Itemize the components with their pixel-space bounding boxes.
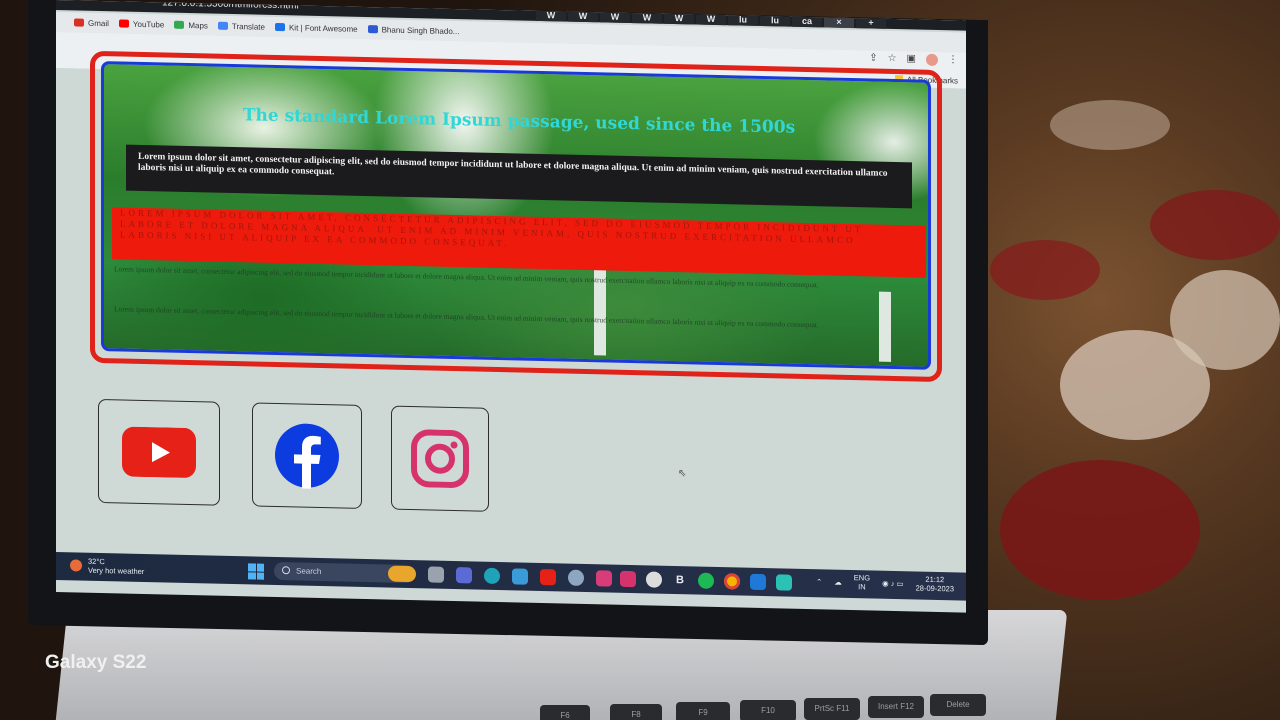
camera-watermark: Galaxy S22 (45, 652, 147, 673)
translate-icon (217, 21, 228, 30)
chatgpt-icon[interactable] (646, 571, 662, 588)
wifi-icon[interactable]: ◉ ♪ ▭ (882, 578, 904, 587)
fabric-pattern (1170, 270, 1280, 370)
browser-tab[interactable]: lu (728, 13, 758, 26)
widget-icon[interactable] (388, 565, 416, 583)
instagram-app-icon[interactable] (620, 570, 636, 588)
bookmark-maps[interactable]: Maps (174, 20, 208, 30)
browser-tab[interactable]: W (696, 12, 726, 26)
toolbar-actions: ⇪ ☆ ▣ ⋮ (869, 52, 958, 67)
bookmark-bhanu[interactable]: Bhanu Singh Bhado... (367, 24, 460, 36)
system-tray: ⌃ ☁ ENG IN ◉ ♪ ▭ 21:12 28-09-2023 (816, 572, 954, 593)
browser-tab[interactable]: ca (792, 14, 822, 28)
hero-section: The standard Lorem Ipsum passage, used s… (101, 61, 931, 370)
keyboard-key: Insert F12 (868, 696, 924, 718)
temperature: 32°C (88, 556, 105, 567)
settings-icon[interactable] (568, 569, 584, 586)
cloud-icon[interactable]: ☁ (834, 577, 842, 586)
fabric-pattern (1000, 460, 1200, 600)
slack-icon[interactable] (596, 570, 612, 587)
gmail-icon (74, 18, 84, 27)
bookmark-label: Maps (188, 20, 208, 30)
time: 21:12 (925, 574, 945, 585)
fabric-pattern (1150, 190, 1280, 260)
browser-tab[interactable]: W (664, 11, 694, 25)
avatar[interactable] (926, 53, 938, 67)
dark-paragraph: Lorem ipsum dolor sit amet, consectetur … (126, 144, 912, 209)
keyboard-key: F9 (676, 702, 730, 720)
flag-icon (274, 22, 285, 32)
fabric-pattern (1050, 100, 1170, 150)
bookmark-label: Translate (231, 21, 265, 32)
browser-tab[interactable]: lu (760, 13, 790, 27)
youtube-app-icon[interactable] (540, 568, 556, 586)
vscode-icon[interactable] (750, 573, 766, 591)
search-placeholder: Search (296, 566, 322, 577)
bookmark-label: Kit | Font Awesome (288, 22, 358, 34)
edge-icon[interactable] (484, 567, 500, 585)
chevron-up-icon[interactable]: ⌃ (816, 577, 822, 586)
browser-tab[interactable]: W (632, 11, 662, 24)
store-icon[interactable] (512, 568, 528, 585)
date: 28-09-2023 (915, 583, 954, 594)
bookmark-label: YouTube (132, 19, 165, 29)
keyboard-key: PrtSc F11 (804, 698, 860, 720)
web-page: The standard Lorem Ipsum passage, used s… (56, 50, 966, 599)
facebook-button[interactable] (252, 402, 362, 509)
photo-scene: F6 F8 F9 F10 PrtSc F11 Insert F12 Delete… (0, 0, 1280, 720)
bold-b-icon[interactable]: B (672, 572, 688, 588)
keyboard-key: F8 (610, 704, 662, 720)
browser-tab[interactable]: W (568, 9, 598, 23)
mouse-cursor-icon: ⇖ (678, 468, 687, 480)
instagram-button[interactable] (391, 405, 489, 512)
spotify-icon[interactable] (698, 572, 714, 589)
start-icon[interactable] (248, 563, 264, 580)
profile-icon (367, 25, 378, 34)
star-icon[interactable]: ☆ (888, 53, 897, 65)
bookmark-translate[interactable]: Translate (217, 21, 265, 32)
facebook-icon (275, 423, 339, 489)
hero-title: The standard Lorem Ipsum passage, used s… (242, 105, 796, 138)
chrome-icon[interactable] (724, 573, 740, 590)
language-indicator[interactable]: ENG IN (854, 573, 870, 591)
keyboard-key: F6 (540, 705, 590, 720)
instagram-icon (411, 429, 469, 488)
laptop-screen: 127.0.0.1:5500/htmlforcss.html W W W W W… (56, 0, 966, 613)
clock[interactable]: 21:12 28-09-2023 (916, 575, 954, 594)
youtube-icon (118, 19, 129, 28)
youtube-button[interactable] (98, 398, 220, 506)
sidepanel-icon[interactable]: ▣ (907, 53, 916, 65)
youtube-icon (122, 426, 196, 478)
browser-tab[interactable]: W (600, 10, 630, 24)
file-explorer-icon[interactable] (428, 566, 444, 583)
faded-paragraph: Lorem ipsum dolor sit amet, consectetur … (114, 304, 819, 330)
share-icon[interactable]: ⇪ (869, 52, 877, 64)
fabric-pattern (990, 240, 1100, 300)
new-tab-button[interactable]: + (856, 16, 886, 29)
meet-icon[interactable] (456, 567, 472, 584)
menu-icon[interactable]: ⋮ (948, 54, 958, 66)
bookmark-font-awesome[interactable]: Kit | Font Awesome (274, 22, 358, 34)
keyboard-key: Delete (930, 694, 986, 716)
keyboard-key: F10 (740, 700, 796, 720)
browser-tab[interactable]: W (536, 8, 566, 22)
thermometer-icon (70, 559, 82, 572)
notes-icon[interactable] (776, 574, 792, 591)
browser-tab-active[interactable]: × (824, 15, 854, 29)
bookmark-gmail[interactable]: Gmail (74, 18, 109, 28)
weather-widget[interactable]: 32°C Very hot weather (70, 556, 144, 576)
bookmark-label: Gmail (88, 18, 109, 28)
bookmark-youtube[interactable]: YouTube (118, 19, 165, 29)
bookmark-label: Bhanu Singh Bhado... (381, 24, 460, 36)
weather-text: Very hot weather (88, 565, 145, 577)
maps-icon (174, 20, 185, 29)
search-icon (282, 566, 290, 575)
